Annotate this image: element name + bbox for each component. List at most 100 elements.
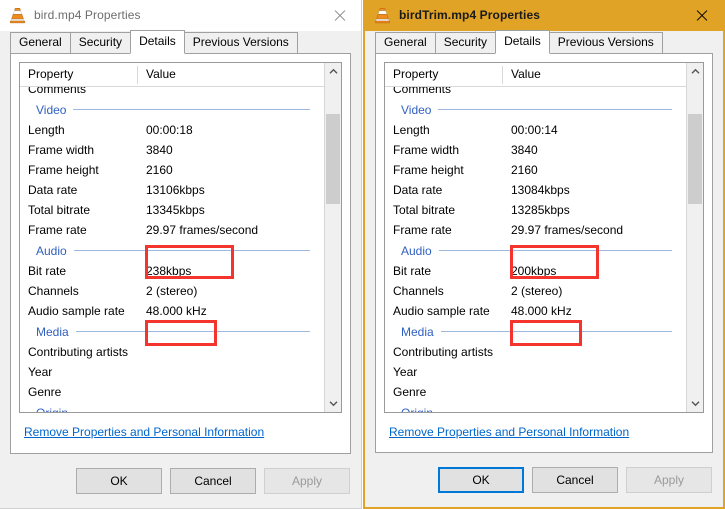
column-header-property[interactable]: Property xyxy=(385,63,503,87)
chevron-up-icon[interactable] xyxy=(325,63,341,80)
property-value: 13106kbps xyxy=(138,183,324,197)
title-bar[interactable]: bird.mp4 Properties xyxy=(0,0,361,31)
property-name: Year xyxy=(385,365,503,379)
group-label: Audio xyxy=(20,244,67,258)
property-name: Length xyxy=(385,123,503,137)
property-value: 3840 xyxy=(503,143,686,157)
tab-general[interactable]: General xyxy=(375,32,436,54)
ok-button[interactable]: OK xyxy=(438,467,524,493)
table-row[interactable]: Frame width3840 xyxy=(20,140,324,160)
property-value: 2 (stereo) xyxy=(503,284,686,298)
table-row[interactable]: Year xyxy=(385,362,686,382)
property-name: Bit rate xyxy=(385,264,503,278)
apply-button: Apply xyxy=(264,468,350,494)
property-value: 238kbps xyxy=(138,264,324,278)
column-header-value[interactable]: Value xyxy=(503,63,541,87)
cancel-button[interactable]: Cancel xyxy=(532,467,618,493)
property-name: Frame rate xyxy=(385,223,503,237)
table-row[interactable]: Frame height2160 xyxy=(385,160,686,180)
tab-general[interactable]: General xyxy=(10,32,71,54)
property-value: 13345kbps xyxy=(138,203,324,217)
table-row[interactable]: Data rate13084kbps xyxy=(385,180,686,200)
property-rows: CommentsVideoLength00:00:14Frame width38… xyxy=(385,79,686,412)
table-row[interactable]: Genre xyxy=(385,382,686,402)
property-value: 00:00:18 xyxy=(138,123,324,137)
tab-previous-versions[interactable]: Previous Versions xyxy=(184,32,298,54)
remove-properties-link[interactable]: Remove Properties and Personal Informati… xyxy=(24,425,264,439)
table-row[interactable]: Year xyxy=(20,362,324,382)
table-row[interactable]: Length00:00:14 xyxy=(385,120,686,140)
tab-previous-versions[interactable]: Previous Versions xyxy=(549,32,663,54)
table-row[interactable]: Frame rate29.97 frames/second xyxy=(385,220,686,240)
property-list-viewport: PropertyValueCommentsVideoLength00:00:14… xyxy=(385,63,686,412)
table-row[interactable]: Genre xyxy=(20,382,324,402)
property-name: Frame rate xyxy=(20,223,138,237)
table-row[interactable]: Bit rate238kbps xyxy=(20,261,324,281)
chevron-up-icon[interactable] xyxy=(687,63,703,80)
property-list[interactable]: PropertyValueCommentsVideoLength00:00:14… xyxy=(384,62,704,413)
table-row[interactable]: Contributing artists xyxy=(385,342,686,362)
table-row[interactable]: Length00:00:18 xyxy=(20,120,324,140)
table-row[interactable]: Total bitrate13345kbps xyxy=(20,200,324,220)
property-name: Year xyxy=(20,365,138,379)
property-value: 13285kbps xyxy=(503,203,686,217)
property-value: 48.000 kHz xyxy=(138,304,324,318)
tab-security[interactable]: Security xyxy=(435,32,496,54)
property-name: Channels xyxy=(20,284,138,298)
property-name: Genre xyxy=(385,385,503,399)
vlc-cone-icon xyxy=(9,7,26,24)
table-row[interactable]: Frame height2160 xyxy=(20,160,324,180)
tab-details[interactable]: Details xyxy=(130,30,185,54)
property-name: Frame width xyxy=(20,143,138,157)
close-button[interactable] xyxy=(679,0,723,31)
close-button[interactable] xyxy=(317,0,361,31)
title-bar[interactable]: birdTrim.mp4 Properties xyxy=(365,0,723,31)
table-row[interactable]: Total bitrate13285kbps xyxy=(385,200,686,220)
property-value: 13084kbps xyxy=(503,183,686,197)
group-label: Video xyxy=(385,103,431,117)
desktop-root: bird.mp4 PropertiesGeneralSecurityDetail… xyxy=(0,0,725,509)
table-row[interactable]: Contributing artists xyxy=(20,342,324,362)
remove-properties-row: Remove Properties and Personal Informati… xyxy=(11,413,350,453)
property-name: Frame height xyxy=(20,163,138,177)
tab-security[interactable]: Security xyxy=(70,32,131,54)
property-group-video: Video xyxy=(20,99,324,120)
ok-button[interactable]: OK xyxy=(76,468,162,494)
properties-window-right[interactable]: birdTrim.mp4 PropertiesGeneralSecurityDe… xyxy=(363,0,725,509)
group-divider xyxy=(441,331,672,332)
table-row[interactable]: Data rate13106kbps xyxy=(20,180,324,200)
property-name: Total bitrate xyxy=(385,203,503,217)
property-name: Audio sample rate xyxy=(20,304,138,318)
table-row[interactable]: Audio sample rate48.000 kHz xyxy=(385,301,686,321)
property-list[interactable]: PropertyValueCommentsVideoLength00:00:18… xyxy=(19,62,342,413)
chevron-down-icon[interactable] xyxy=(687,395,703,412)
group-divider xyxy=(76,331,310,332)
remove-properties-link[interactable]: Remove Properties and Personal Informati… xyxy=(389,425,629,439)
tab-strip: GeneralSecurityDetailsPrevious Versions xyxy=(365,31,723,54)
table-row[interactable]: Channels2 (stereo) xyxy=(20,281,324,301)
chevron-down-icon[interactable] xyxy=(325,395,341,412)
tab-details[interactable]: Details xyxy=(495,30,550,54)
property-list-viewport: PropertyValueCommentsVideoLength00:00:18… xyxy=(20,63,324,412)
table-row[interactable]: Frame width3840 xyxy=(385,140,686,160)
table-row[interactable]: Bit rate200kbps xyxy=(385,261,686,281)
properties-window-left[interactable]: bird.mp4 PropertiesGeneralSecurityDetail… xyxy=(0,0,362,509)
table-row[interactable]: Audio sample rate48.000 kHz xyxy=(20,301,324,321)
property-name: Channels xyxy=(385,284,503,298)
property-group-origin: Origin xyxy=(20,402,324,412)
group-label: Video xyxy=(20,103,66,117)
column-header-property[interactable]: Property xyxy=(20,63,138,87)
scrollbar-thumb[interactable] xyxy=(688,114,702,204)
group-label: Media xyxy=(20,325,69,339)
table-row[interactable]: Frame rate29.97 frames/second xyxy=(20,220,324,240)
column-header-value[interactable]: Value xyxy=(138,63,176,87)
details-tab-page: PropertyValueCommentsVideoLength00:00:18… xyxy=(10,54,351,454)
vertical-scrollbar[interactable] xyxy=(686,63,703,412)
table-row[interactable]: Channels2 (stereo) xyxy=(385,281,686,301)
cancel-button[interactable]: Cancel xyxy=(170,468,256,494)
group-label: Audio xyxy=(385,244,432,258)
vertical-scrollbar[interactable] xyxy=(324,63,341,412)
property-name: Genre xyxy=(20,385,138,399)
scrollbar-thumb[interactable] xyxy=(326,114,340,204)
property-group-media: Media xyxy=(20,321,324,342)
